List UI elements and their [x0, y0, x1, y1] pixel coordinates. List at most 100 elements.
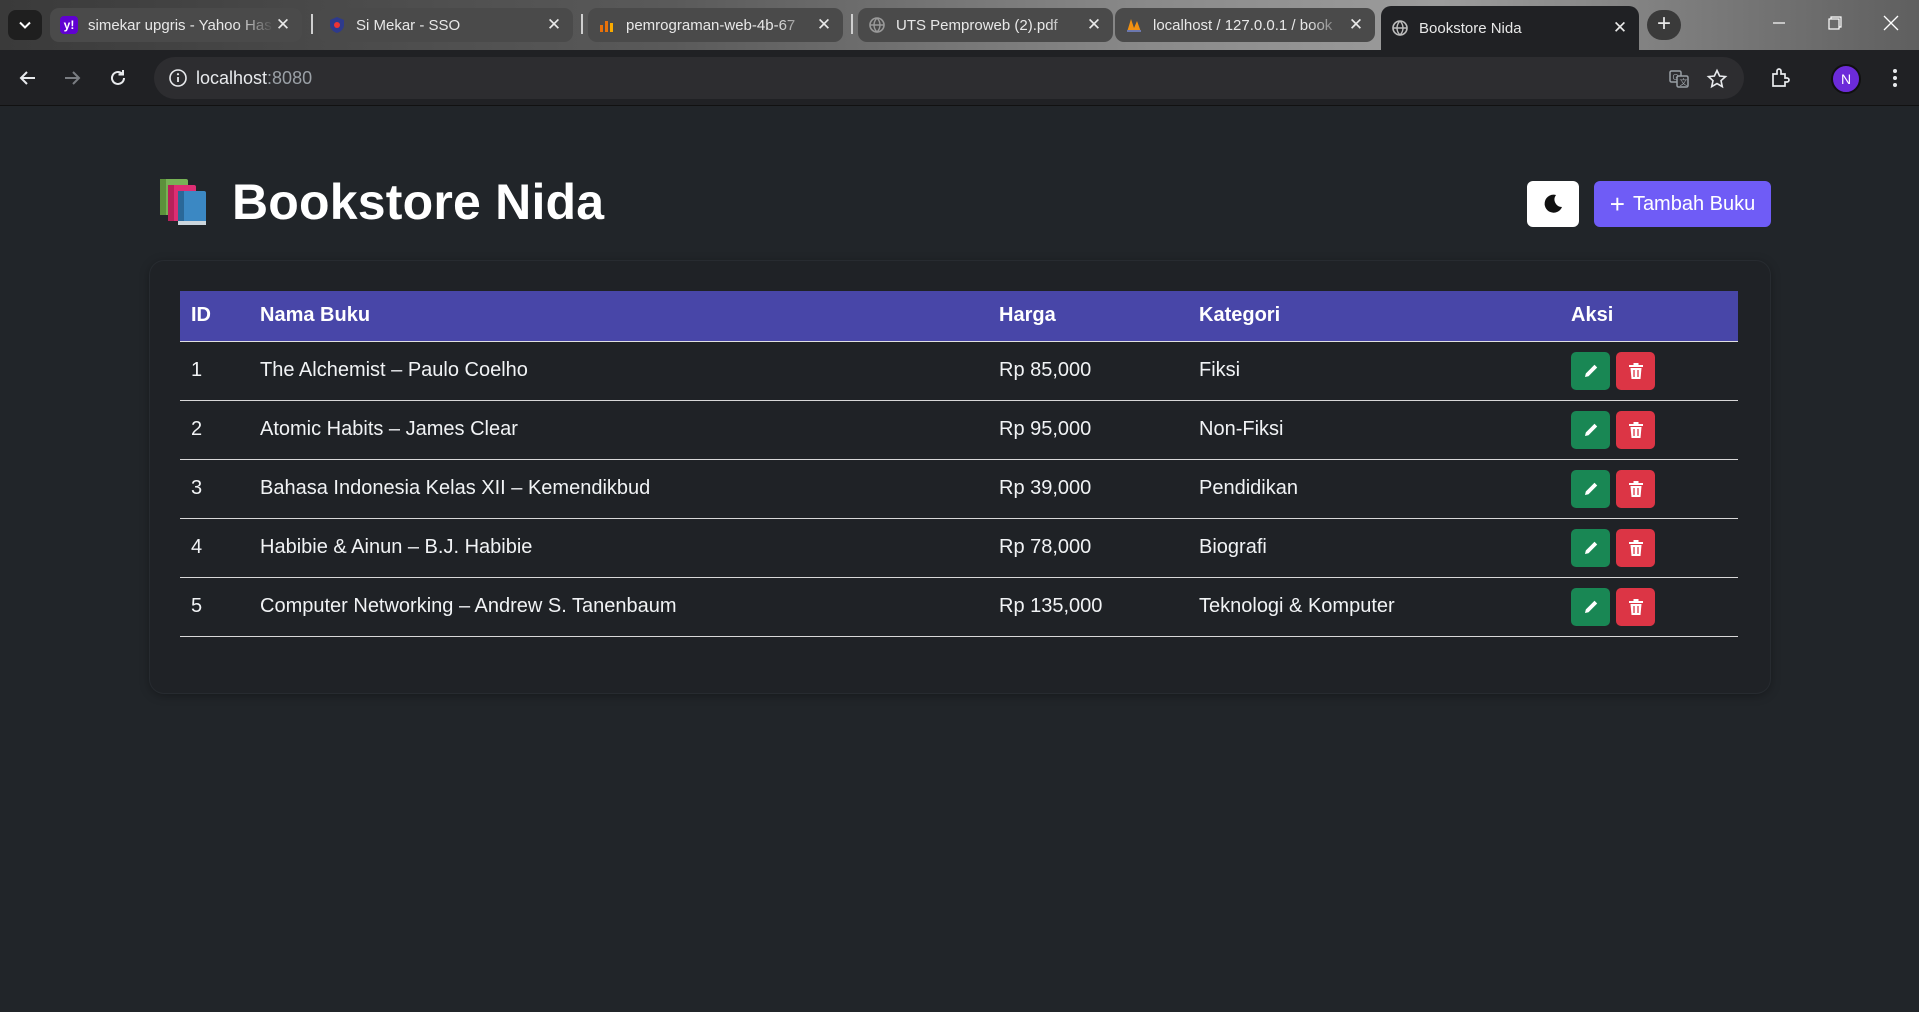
cell-id: 2: [191, 418, 203, 440]
restore-button[interactable]: [1807, 0, 1863, 46]
cell-category: Non-Fiksi: [1199, 418, 1284, 440]
theme-toggle-button[interactable]: [1527, 181, 1579, 227]
url-text[interactable]: localhost:8080: [196, 68, 312, 89]
cell-actions: [1560, 518, 1738, 577]
reload-button[interactable]: [104, 64, 132, 92]
trash-icon: [1628, 421, 1643, 438]
url-port: :8080: [267, 68, 313, 88]
tab-search-button[interactable]: [8, 10, 42, 40]
cell-category: Pendidikan: [1199, 477, 1298, 499]
table-row: 1 The Alchemist – Paulo Coelho Rp 85,000…: [180, 341, 1738, 400]
arrow-right-icon: [65, 71, 81, 85]
cell-name: Computer Networking – Andrew S. Tanenbau…: [260, 595, 677, 617]
cell-name: Habibie & Ainun – B.J. Habibie: [260, 536, 533, 558]
close-tab-icon[interactable]: ✕: [1347, 16, 1365, 34]
globe-icon: [1391, 19, 1409, 37]
pencil-icon: [1584, 600, 1597, 613]
translate-icon[interactable]: G文: [1668, 68, 1690, 90]
trash-icon: [1628, 598, 1643, 615]
pencil-icon: [1584, 482, 1597, 495]
app-header: Bookstore Nida + Tambah Buku: [158, 169, 1771, 241]
cell-actions: [1560, 577, 1738, 636]
pencil-icon: [1584, 364, 1597, 377]
table-header-row: ID Nama Buku Harga Kategori Aksi: [180, 291, 1738, 342]
cell-category: Fiksi: [1199, 359, 1241, 381]
close-tab-icon[interactable]: ✕: [1085, 16, 1103, 34]
cell-name: Atomic Habits – James Clear: [260, 418, 518, 440]
browser-tab[interactable]: UTS Pemproweb (2).pdf ✕: [858, 8, 1113, 42]
profile-avatar[interactable]: N: [1831, 64, 1861, 94]
delete-button[interactable]: [1616, 528, 1655, 567]
tab-title: Bookstore Nida: [1419, 19, 1522, 37]
books-icon: [160, 179, 206, 225]
edit-button[interactable]: [1571, 351, 1610, 390]
cell-actions: [1560, 400, 1738, 459]
tab-separator: [851, 14, 853, 34]
svg-text:文: 文: [1680, 77, 1688, 87]
menu-dots-icon[interactable]: [1883, 66, 1907, 90]
cell-name: Bahasa Indonesia Kelas XII – Kemendikbud: [260, 477, 651, 499]
close-tab-icon[interactable]: ✕: [1611, 19, 1629, 37]
chevron-down-icon: [19, 21, 31, 29]
cell-category: Biografi: [1199, 536, 1267, 558]
new-tab-button[interactable]: +: [1647, 10, 1681, 40]
browser-tab[interactable]: y! simekar upgris - Yahoo Has ✕: [50, 8, 302, 42]
close-tab-icon[interactable]: ✕: [545, 16, 563, 34]
tab-title: simekar upgris - Yahoo Has: [88, 16, 272, 34]
phpmyadmin-icon: [1125, 16, 1143, 34]
cell-actions: [1560, 341, 1738, 400]
header-name: Nama Buku: [249, 291, 988, 342]
yahoo-icon: y!: [60, 16, 78, 34]
edit-button[interactable]: [1571, 410, 1610, 449]
extensions-icon[interactable]: [1769, 66, 1793, 90]
moon-icon: [1544, 194, 1562, 213]
forward-button[interactable]: [58, 64, 86, 92]
bookmark-star-icon[interactable]: [1706, 68, 1728, 90]
trash-icon: [1628, 362, 1643, 379]
edit-button[interactable]: [1571, 528, 1610, 567]
tab-separator: [311, 14, 313, 34]
trash-icon: [1628, 480, 1643, 497]
table-row: 2 Atomic Habits – James Clear Rp 95,000 …: [180, 400, 1738, 459]
cell-price: Rp 39,000: [999, 477, 1092, 499]
shield-icon: [328, 16, 346, 34]
tab-separator: [581, 14, 583, 34]
add-book-button[interactable]: + Tambah Buku: [1594, 181, 1771, 227]
pencil-icon: [1584, 541, 1597, 554]
delete-button[interactable]: [1616, 351, 1655, 390]
minimize-button[interactable]: [1751, 0, 1807, 46]
address-bar[interactable]: localhost:8080 G文: [154, 57, 1744, 99]
delete-button[interactable]: [1616, 469, 1655, 508]
close-tab-icon[interactable]: ✕: [274, 16, 292, 34]
header-id: ID: [180, 291, 249, 342]
cell-price: Rp 85,000: [999, 359, 1092, 381]
close-tab-icon[interactable]: ✕: [815, 16, 833, 34]
close-window-button[interactable]: [1863, 0, 1919, 46]
globe-icon: [868, 16, 886, 34]
add-book-label: Tambah Buku: [1632, 192, 1756, 215]
delete-button[interactable]: [1616, 587, 1655, 626]
pencil-icon: [1584, 423, 1597, 436]
tab-title: Si Mekar - SSO: [356, 16, 461, 34]
cell-id: 3: [191, 477, 203, 499]
books-card: ID Nama Buku Harga Kategori Aksi 1 The A…: [150, 261, 1770, 693]
tab-title: pemrograman-web-4b-67: [626, 16, 796, 34]
browser-tab[interactable]: pemrograman-web-4b-67 ✕: [588, 8, 843, 42]
arrow-left-icon: [19, 71, 35, 85]
site-info-icon[interactable]: [168, 68, 188, 88]
browser-tab-active[interactable]: Bookstore Nida ✕: [1381, 6, 1639, 50]
browser-tab[interactable]: Si Mekar - SSO ✕: [318, 8, 573, 42]
table-row: 4 Habibie & Ainun – B.J. Habibie Rp 78,0…: [180, 518, 1738, 577]
delete-button[interactable]: [1616, 410, 1655, 449]
back-button[interactable]: [14, 64, 42, 92]
restore-icon: [1828, 16, 1842, 30]
plus-icon: +: [1609, 189, 1625, 219]
browser-tab-strip: y! simekar upgris - Yahoo Has ✕ Si Mekar…: [0, 0, 1919, 50]
cell-id: 5: [191, 595, 203, 617]
browser-tab[interactable]: localhost / 127.0.0.1 / book ✕: [1115, 8, 1375, 42]
edit-button[interactable]: [1571, 587, 1610, 626]
browser-toolbar: localhost:8080 G文 N: [0, 50, 1919, 106]
page-viewport: Bookstore Nida + Tambah Buku ID Nama Buk…: [0, 107, 1919, 1012]
edit-button[interactable]: [1571, 469, 1610, 508]
cell-id: 4: [191, 536, 203, 558]
